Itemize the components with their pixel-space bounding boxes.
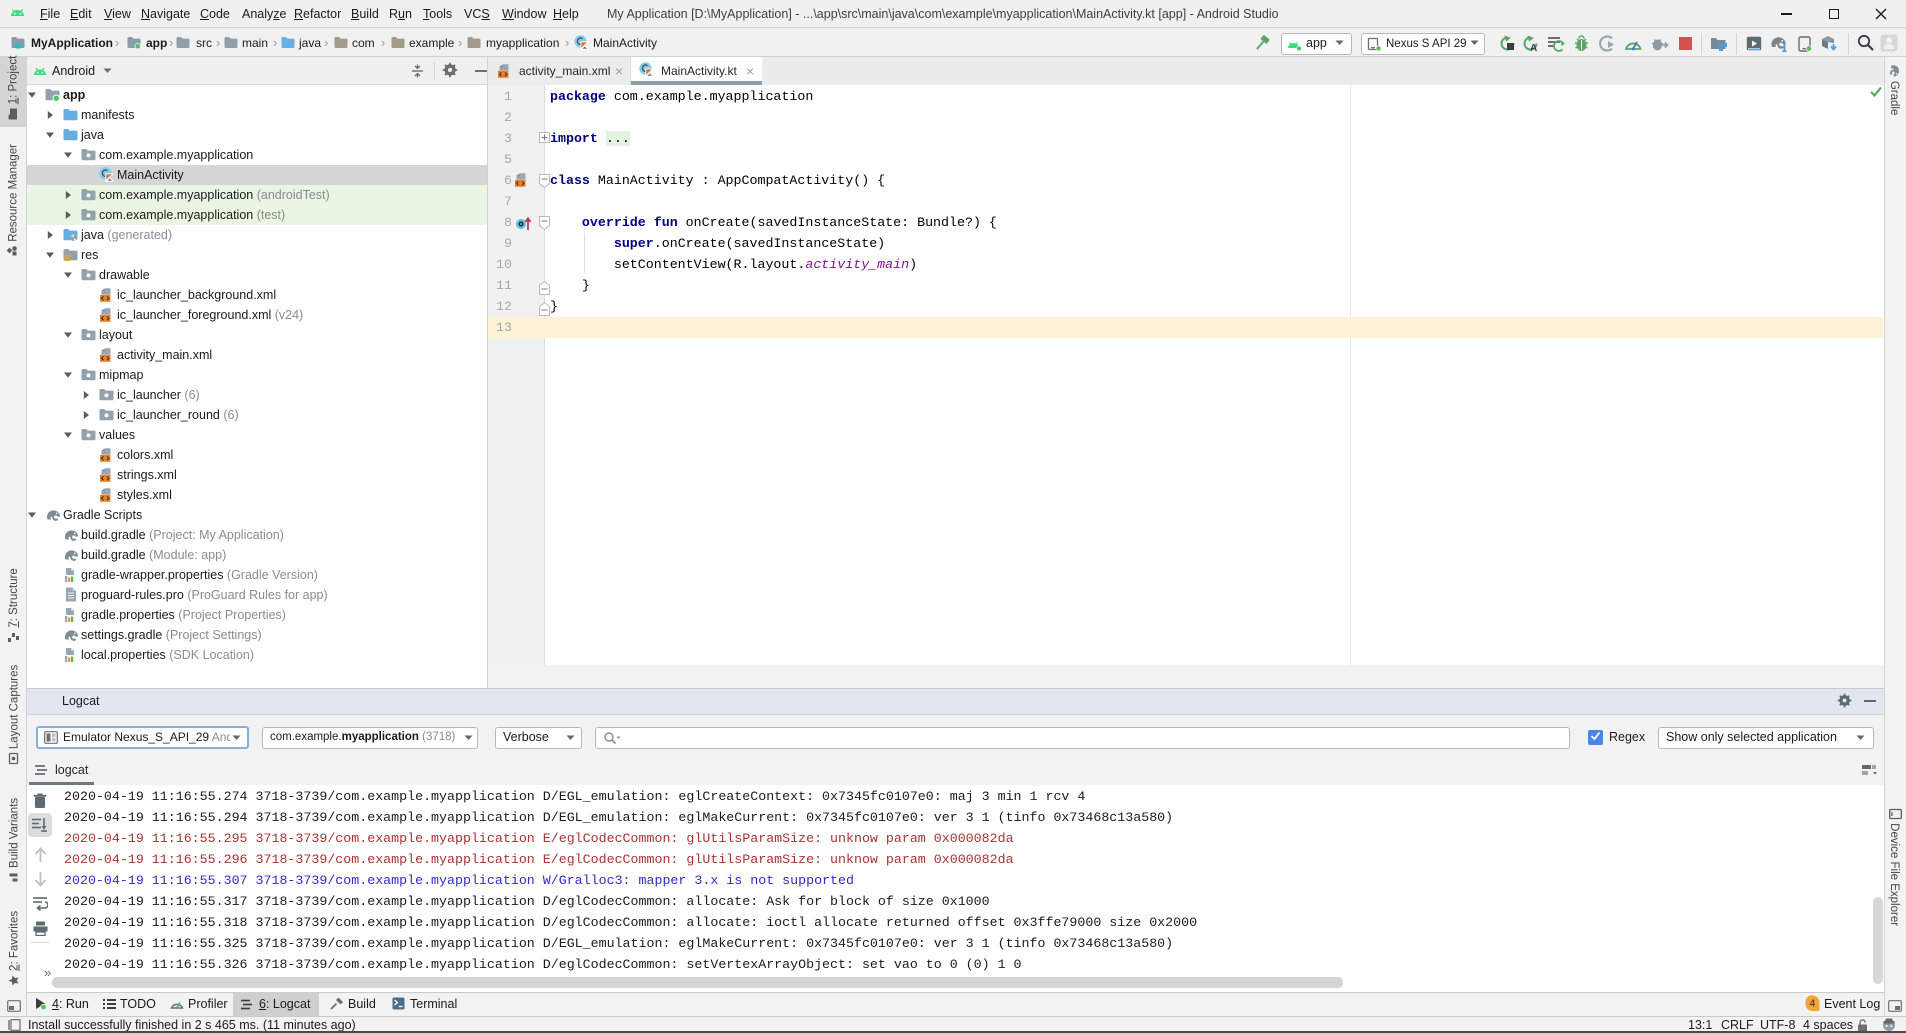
svg-text:A: A: [1530, 43, 1537, 52]
svg-text:4: 4: [1810, 999, 1816, 1010]
